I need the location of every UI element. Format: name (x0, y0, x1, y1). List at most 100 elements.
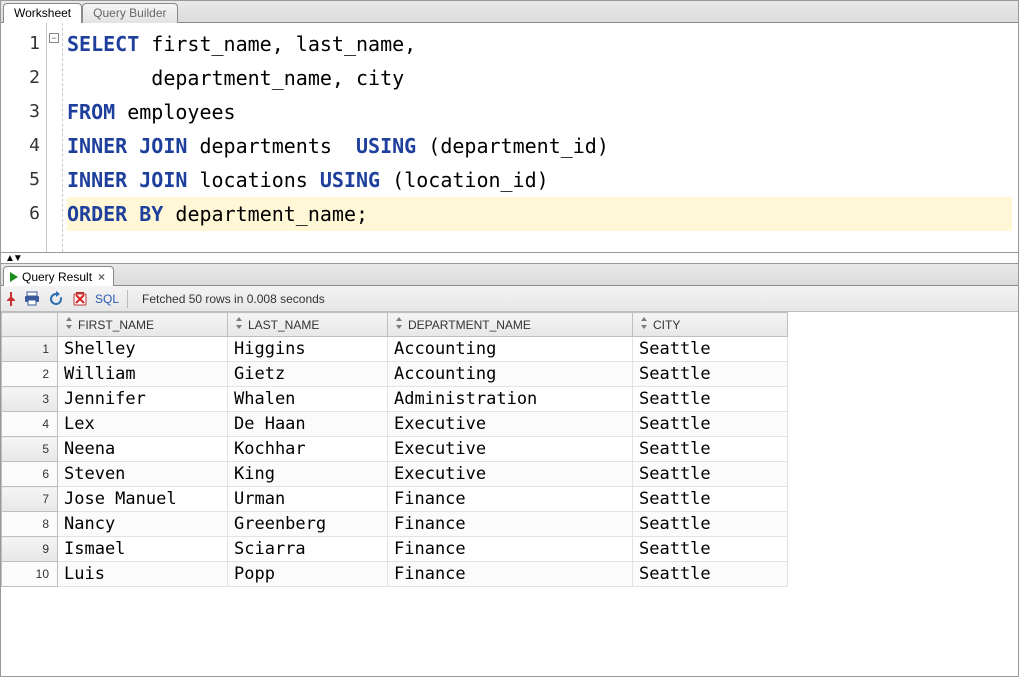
sql-link[interactable]: SQL (95, 292, 119, 306)
cell[interactable]: Seattle (633, 512, 788, 537)
cell[interactable]: Luis (58, 562, 228, 587)
line-number: 1 (1, 27, 40, 61)
cell[interactable]: Higgins (228, 337, 388, 362)
line-number: 6 (1, 197, 40, 231)
table-row[interactable]: 2WilliamGietzAccountingSeattle (2, 362, 788, 387)
line-number: 4 (1, 129, 40, 163)
column-header[interactable]: LAST_NAME (228, 313, 388, 337)
row-number: 5 (2, 437, 58, 462)
result-tabs: Query Result × (1, 264, 1018, 286)
result-area: Query Result × SQL Fetched 50 rows in 0.… (1, 263, 1018, 676)
cell[interactable]: Seattle (633, 362, 788, 387)
cell[interactable]: Finance (388, 537, 633, 562)
column-header[interactable]: FIRST_NAME (58, 313, 228, 337)
cell[interactable]: Administration (388, 387, 633, 412)
cell[interactable]: Jennifer (58, 387, 228, 412)
result-tab-query-result[interactable]: Query Result × (3, 266, 114, 286)
toolbar-separator (127, 290, 128, 308)
refresh-icon[interactable] (47, 290, 65, 308)
clear-icon[interactable] (71, 290, 89, 308)
cell[interactable]: Seattle (633, 562, 788, 587)
table-row[interactable]: 10LuisPoppFinanceSeattle (2, 562, 788, 587)
code-area[interactable]: SELECT first_name, last_name, department… (63, 23, 1018, 252)
code-line: SELECT first_name, last_name, (67, 32, 416, 56)
editor-tabs: Worksheet Query Builder (1, 1, 1018, 23)
tab-query-builder[interactable]: Query Builder (82, 3, 177, 23)
cell[interactable]: King (228, 462, 388, 487)
cell[interactable]: De Haan (228, 412, 388, 437)
play-icon (10, 272, 18, 282)
cell[interactable]: Steven (58, 462, 228, 487)
code-line: INNER JOIN departments USING (department… (67, 134, 609, 158)
cell[interactable]: Accounting (388, 337, 633, 362)
cell[interactable]: Accounting (388, 362, 633, 387)
row-number: 8 (2, 512, 58, 537)
sort-icon (64, 317, 74, 332)
cell[interactable]: Neena (58, 437, 228, 462)
cell[interactable]: Kochhar (228, 437, 388, 462)
table-row[interactable]: 8NancyGreenbergFinanceSeattle (2, 512, 788, 537)
table-row[interactable]: 7Jose ManuelUrmanFinanceSeattle (2, 487, 788, 512)
cell[interactable]: Seattle (633, 537, 788, 562)
table-row[interactable]: 1ShelleyHigginsAccountingSeattle (2, 337, 788, 362)
code-line: FROM employees (67, 100, 236, 124)
cell[interactable]: Seattle (633, 337, 788, 362)
line-number: 3 (1, 95, 40, 129)
cell[interactable]: Greenberg (228, 512, 388, 537)
results-grid-wrapper[interactable]: FIRST_NAMELAST_NAMEDEPARTMENT_NAMECITY 1… (1, 312, 1018, 676)
cell[interactable]: Finance (388, 562, 633, 587)
cell[interactable]: Popp (228, 562, 388, 587)
table-row[interactable]: 9IsmaelSciarraFinanceSeattle (2, 537, 788, 562)
fold-column: − (47, 23, 63, 252)
cell[interactable]: Ismael (58, 537, 228, 562)
cell[interactable]: Urman (228, 487, 388, 512)
cell[interactable]: Seattle (633, 387, 788, 412)
cell[interactable]: Seattle (633, 437, 788, 462)
table-row[interactable]: 3JenniferWhalenAdministrationSeattle (2, 387, 788, 412)
cell[interactable]: Finance (388, 487, 633, 512)
code-line: INNER JOIN locations USING (location_id) (67, 168, 549, 192)
table-row[interactable]: 6StevenKingExecutiveSeattle (2, 462, 788, 487)
cell[interactable]: Whalen (228, 387, 388, 412)
cell[interactable]: Nancy (58, 512, 228, 537)
table-row[interactable]: 5NeenaKochharExecutiveSeattle (2, 437, 788, 462)
close-icon[interactable]: × (96, 270, 107, 284)
fetch-status: Fetched 50 rows in 0.008 seconds (142, 292, 325, 306)
sort-icon (234, 317, 244, 332)
rownum-header[interactable] (2, 313, 58, 337)
result-tab-label: Query Result (22, 270, 92, 284)
cell[interactable]: Seattle (633, 412, 788, 437)
cell[interactable]: Gietz (228, 362, 388, 387)
cell[interactable]: Shelley (58, 337, 228, 362)
cell[interactable]: Seattle (633, 487, 788, 512)
cell[interactable]: Lex (58, 412, 228, 437)
row-number: 1 (2, 337, 58, 362)
cell[interactable]: Executive (388, 437, 633, 462)
cell[interactable]: Seattle (633, 462, 788, 487)
row-number: 4 (2, 412, 58, 437)
sort-icon (394, 317, 404, 332)
sql-editor[interactable]: 123456 − SELECT first_name, last_name, d… (1, 23, 1018, 253)
line-number-gutter: 123456 (1, 23, 47, 252)
cell[interactable]: Finance (388, 512, 633, 537)
cell[interactable]: Executive (388, 412, 633, 437)
cell[interactable]: William (58, 362, 228, 387)
fold-toggle-icon[interactable]: − (49, 33, 59, 43)
column-header[interactable]: DEPARTMENT_NAME (388, 313, 633, 337)
table-row[interactable]: 4LexDe HaanExecutiveSeattle (2, 412, 788, 437)
cell[interactable]: Executive (388, 462, 633, 487)
row-number: 7 (2, 487, 58, 512)
splitter-handle[interactable]: ▲▼ (1, 253, 1018, 263)
pin-icon[interactable] (5, 292, 17, 306)
column-header[interactable]: CITY (633, 313, 788, 337)
sort-icon (639, 317, 649, 332)
line-number: 2 (1, 61, 40, 95)
cell[interactable]: Sciarra (228, 537, 388, 562)
tab-worksheet[interactable]: Worksheet (3, 3, 82, 23)
row-number: 3 (2, 387, 58, 412)
code-line: department_name, city (67, 66, 404, 90)
app-root: Worksheet Query Builder 123456 − SELECT … (0, 0, 1019, 677)
cell[interactable]: Jose Manuel (58, 487, 228, 512)
print-icon[interactable] (23, 290, 41, 308)
result-toolbar: SQL Fetched 50 rows in 0.008 seconds (1, 286, 1018, 312)
